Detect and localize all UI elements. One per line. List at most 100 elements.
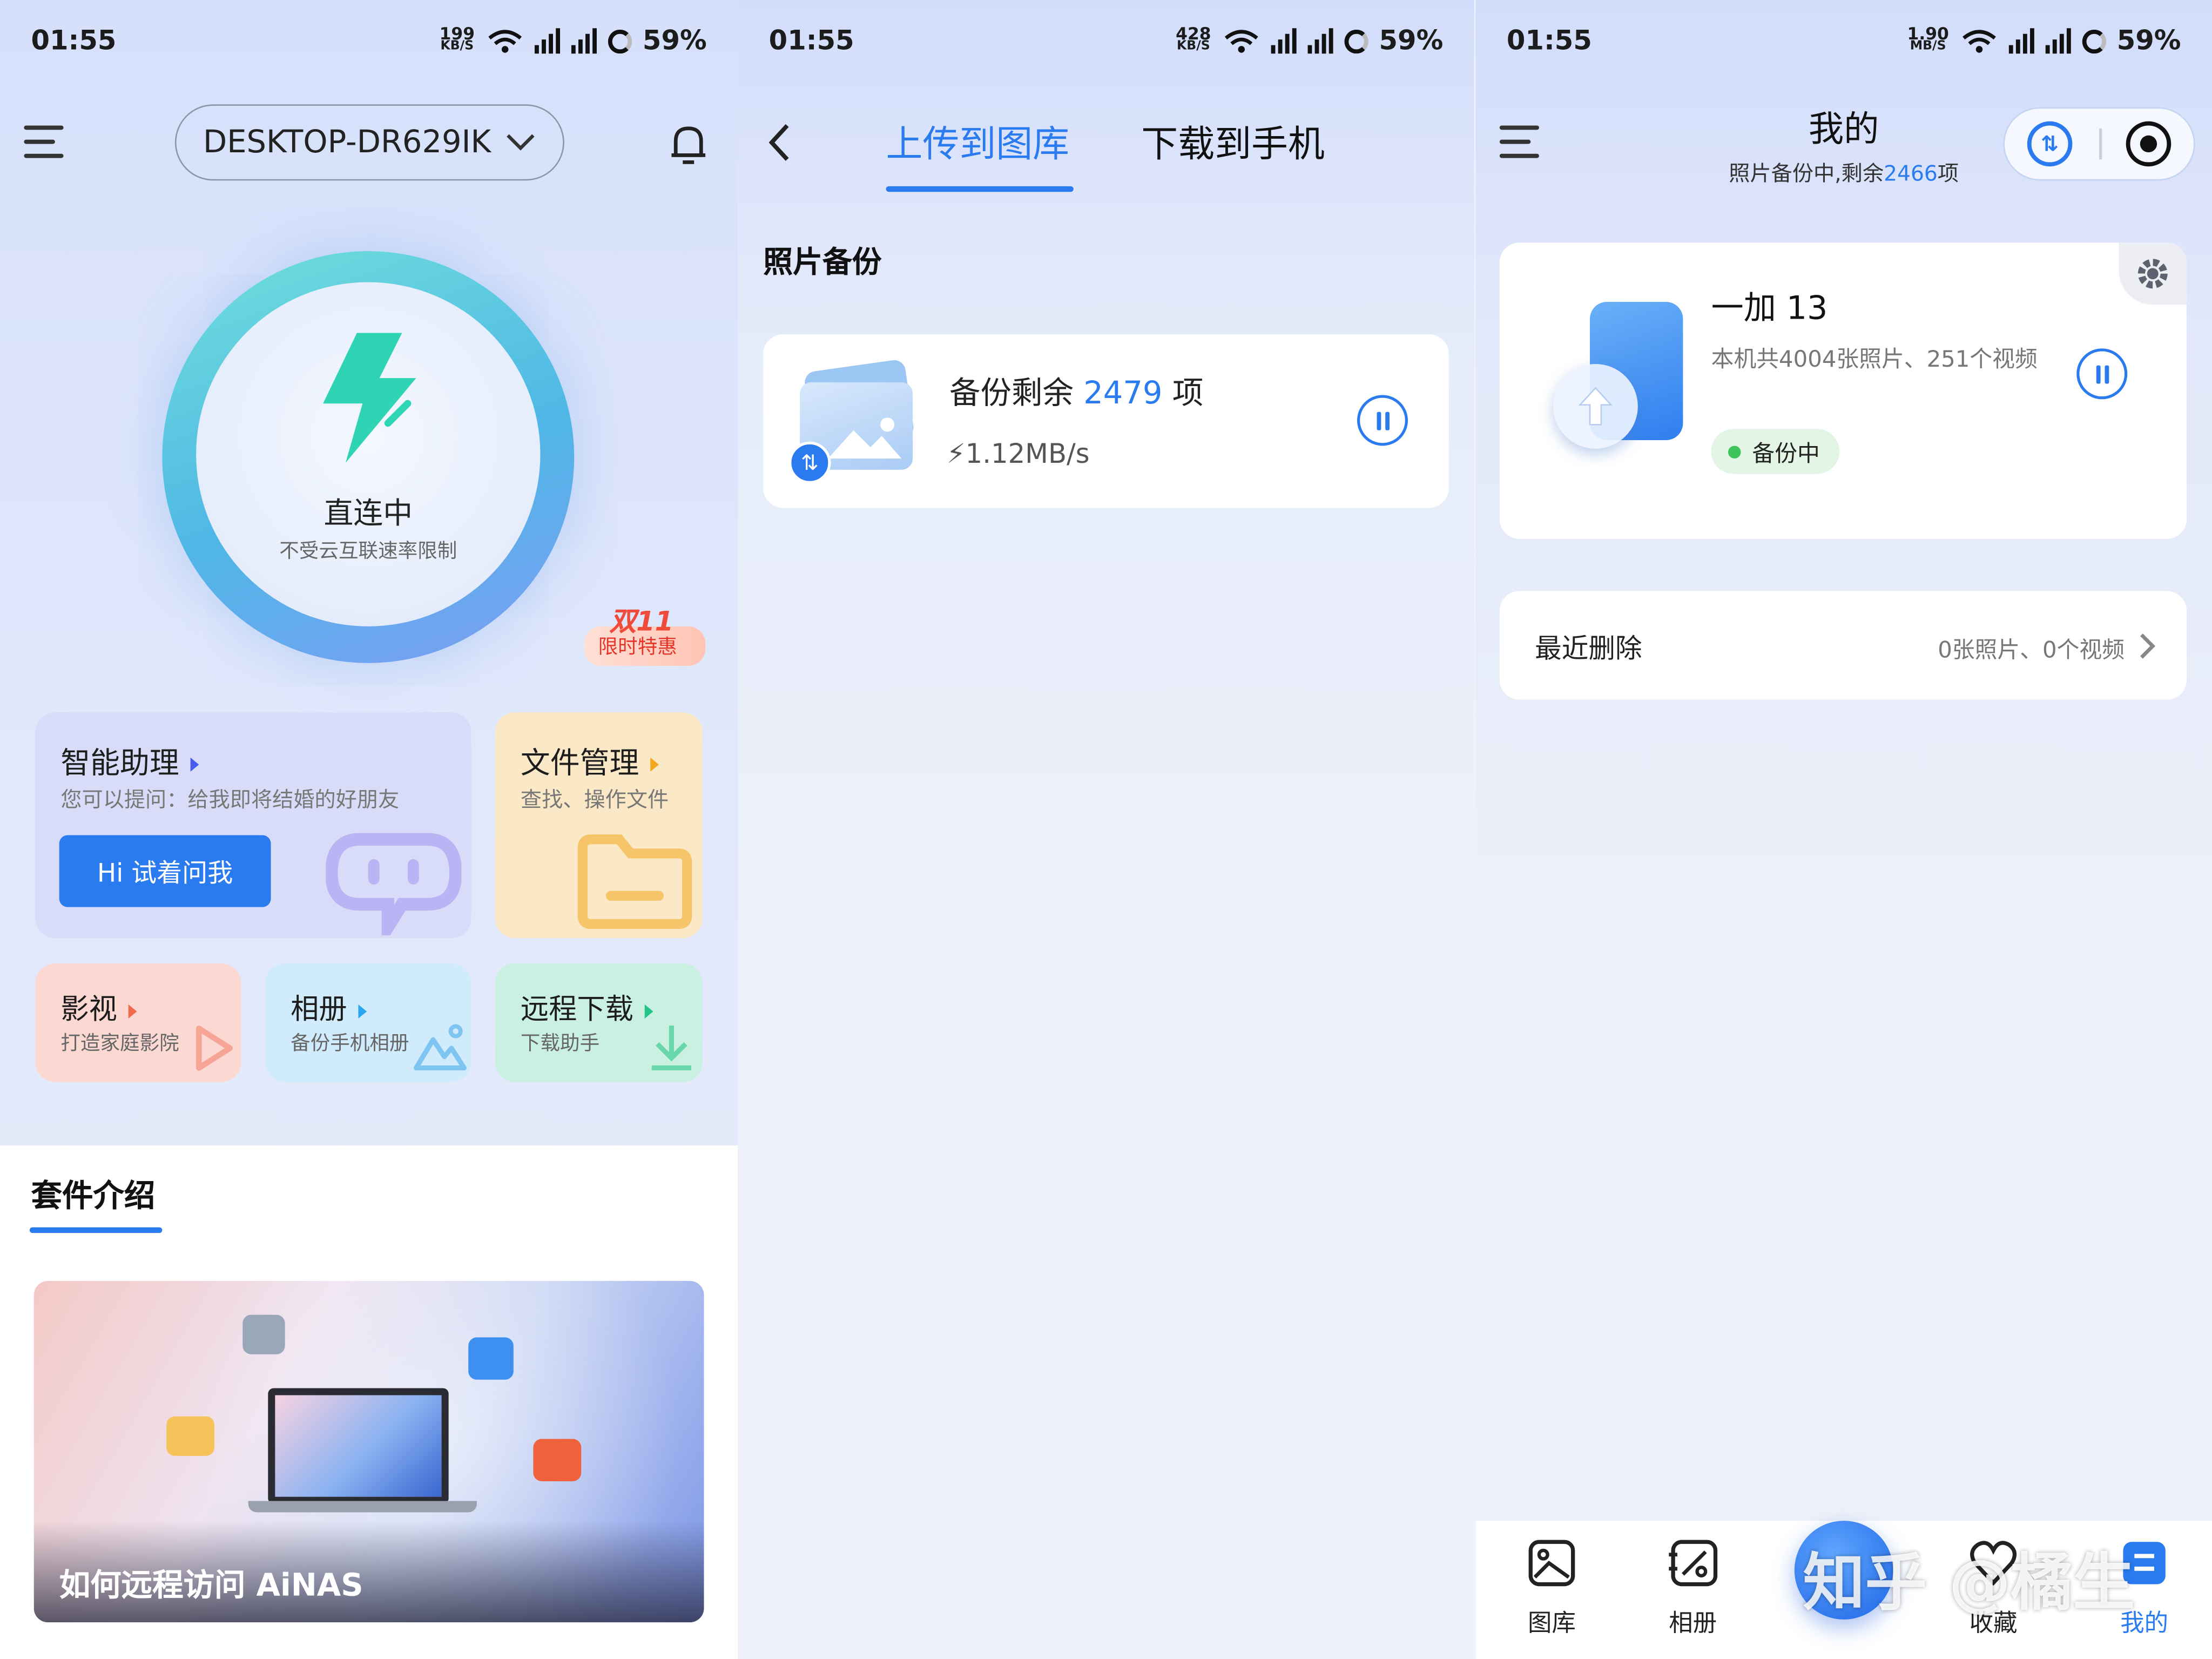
chevron-right-icon xyxy=(190,757,199,772)
bottom-nav: 图库 相册 收藏 我的 知乎 @橘生 xyxy=(1475,1521,2212,1659)
app-icon-support xyxy=(468,1337,514,1380)
album-card[interactable]: 相册 备份手机相册 xyxy=(265,963,471,1082)
signal-icon xyxy=(1270,28,1296,54)
app-icon-video xyxy=(533,1439,582,1481)
chevron-right-icon xyxy=(644,1003,653,1018)
record-icon[interactable] xyxy=(2126,121,2171,167)
my-profile-panel: 01:55 1.90 MB/S 59% 我的 照片备份中,剩余2466项 ⇅ 一… xyxy=(1475,0,2212,1659)
assistant-title: 智能助理 xyxy=(60,746,179,780)
connection-status-circle[interactable]: 直连中 不受云互联速率限制 xyxy=(162,251,575,663)
banner-caption: 如何远程访问 AiNAS xyxy=(59,1568,363,1604)
assistant-desc: 您可以提问：给我即将结婚的好朋友 xyxy=(60,787,400,813)
files-desc: 查找、操作文件 xyxy=(520,787,669,813)
section-title: 照片备份 xyxy=(763,245,882,280)
chat-bubble-icon xyxy=(326,833,462,935)
laptop-illustration xyxy=(268,1388,449,1504)
ask-me-button[interactable]: Hi 试着问我 xyxy=(59,835,271,907)
section-underline xyxy=(29,1227,163,1233)
mountain-icon xyxy=(414,1024,467,1071)
remaining-count: 2479 xyxy=(1083,376,1163,412)
battery-level: 59% xyxy=(1379,25,1444,57)
bell-icon[interactable] xyxy=(667,122,710,167)
device-name: 一加 13 xyxy=(1711,291,1828,328)
gallery-icon xyxy=(1528,1540,1575,1587)
chevron-right-icon xyxy=(2140,633,2156,659)
nav-item-gallery[interactable]: 图库 xyxy=(1507,1537,1597,1650)
lightning-icon xyxy=(323,333,416,463)
battery-level: 59% xyxy=(642,25,707,57)
remote-desc: 下载助手 xyxy=(520,1033,600,1055)
video-desc: 打造家庭影院 xyxy=(60,1033,179,1055)
header-actions: ⇅ xyxy=(2003,107,2195,181)
backup-progress-card[interactable]: ⇅ 备份剩余 2479 项 ⚡1.12MB/s xyxy=(763,334,1449,508)
device-selector[interactable]: DESKTOP-DR629IK xyxy=(174,104,564,181)
promo-badge[interactable]: 双11 限时特惠 xyxy=(578,601,706,669)
network-speed: 199 KB/S xyxy=(439,24,475,54)
network-speed: 428 KB/S xyxy=(1176,24,1211,54)
device-backup-card[interactable]: 一加 13 本机共4004张照片、251个视频 备份中 xyxy=(1499,242,2187,539)
file-manager-card[interactable]: 文件管理 查找、操作文件 xyxy=(495,712,703,939)
nav-item-album[interactable]: 相册 xyxy=(1648,1537,1738,1650)
settings-corner[interactable] xyxy=(2119,242,2187,305)
connection-subtitle: 不受云互联速率限制 xyxy=(279,540,457,563)
intro-banner[interactable]: 如何远程访问 AiNAS xyxy=(33,1280,704,1623)
remote-title: 远程下载 xyxy=(520,992,633,1026)
signal-icon xyxy=(2045,28,2071,54)
tab-download[interactable]: 下载到手机 xyxy=(1141,116,1325,168)
watermark: 知乎 @橘生 xyxy=(1803,1547,2135,1620)
app-icon-folder xyxy=(166,1416,215,1456)
remaining-unit: 项 xyxy=(1172,376,1204,412)
recently-deleted-row[interactable]: 最近删除 0张照片、0个视频 xyxy=(1499,591,2187,700)
nav-label: 相册 xyxy=(1669,1609,1717,1638)
suite-intro-section: 套件介绍 如何远程访问 AiNAS xyxy=(0,1145,738,1659)
connection-title: 直连中 xyxy=(323,496,413,531)
status-time: 01:55 xyxy=(31,25,117,57)
sync-status-icon[interactable]: ⇅ xyxy=(2027,121,2073,167)
pause-button[interactable] xyxy=(1357,395,1408,446)
lightning-small-icon: ⚡ xyxy=(946,439,966,470)
tab-upload-indicator xyxy=(886,186,1074,192)
phone-upload-icon xyxy=(1553,299,1694,454)
status-time: 01:55 xyxy=(1506,25,1592,57)
status-time: 01:55 xyxy=(768,25,854,57)
album-icon xyxy=(1669,1540,1718,1587)
play-icon xyxy=(196,1026,233,1071)
photo-upload-panel: 01:55 428 KB/S 59% 上传到图库 下载到手机 照片备份 ⇅ 备份剩… xyxy=(738,0,1474,1659)
app-icon-gear xyxy=(242,1314,285,1354)
signal-icon xyxy=(534,28,559,54)
video-title: 影视 xyxy=(60,992,117,1026)
pause-button[interactable] xyxy=(2076,348,2128,400)
backup-subtitle: 照片备份中,剩余 xyxy=(1729,160,1884,186)
signal-icon xyxy=(1307,28,1333,54)
tab-upload[interactable]: 上传到图库 xyxy=(886,116,1069,168)
battery-icon xyxy=(2081,29,2106,53)
network-speed: 1.90 MB/S xyxy=(1907,24,1949,54)
album-desc: 备份手机相册 xyxy=(291,1033,409,1055)
files-title: 文件管理 xyxy=(520,746,639,780)
chevron-down-icon xyxy=(507,134,535,151)
battery-icon xyxy=(607,29,632,53)
menu-icon[interactable] xyxy=(24,125,64,167)
battery-level: 59% xyxy=(2116,25,2181,57)
assistant-card[interactable]: 智能助理 您可以提问：给我即将结婚的好朋友 Hi 试着问我 xyxy=(35,712,471,939)
signal-icon xyxy=(570,28,596,54)
device-desc: 本机共4004张照片、251个视频 xyxy=(1711,346,2038,373)
screen-root: 01:55 199 KB/S 59% DESKTOP-DR629IK 直连中 不受… xyxy=(0,0,2212,1659)
battery-icon xyxy=(1344,29,1368,53)
video-card[interactable]: 影视 打造家庭影院 xyxy=(35,963,241,1082)
status-dot xyxy=(1728,445,1741,458)
back-icon[interactable] xyxy=(766,122,794,164)
wifi-icon xyxy=(488,30,521,53)
section-title: 套件介绍 xyxy=(31,1179,156,1215)
signal-icon xyxy=(2008,28,2034,54)
device-name: DESKTOP-DR629IK xyxy=(203,125,491,160)
upload-speed: 1.12MB/s xyxy=(965,439,1090,470)
status-bar: 01:55 1.90 MB/S 59% xyxy=(1507,20,2181,62)
status-bar: 01:55 199 KB/S 59% xyxy=(31,20,706,62)
upload-arrow-icon xyxy=(1578,387,1613,426)
remote-download-card[interactable]: 远程下载 下载助手 xyxy=(495,963,703,1082)
download-icon xyxy=(651,1026,692,1071)
backup-remaining-count: 2466 xyxy=(1884,160,1938,186)
status-bar: 01:55 428 KB/S 59% xyxy=(769,20,1444,62)
wifi-icon xyxy=(1224,30,1258,53)
